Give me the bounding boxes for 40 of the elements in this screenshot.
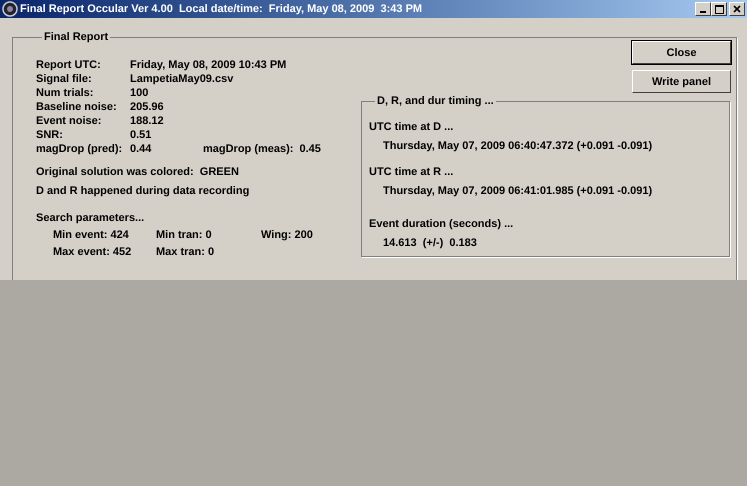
action-button[interactable]: Write panel (632, 70, 731, 93)
close-icon (733, 5, 741, 13)
minimize-window-button[interactable] (695, 2, 711, 16)
field-value: 100 (130, 86, 148, 100)
field-value: 205.96 (130, 100, 164, 114)
timing-heading: UTC time at D ... (369, 120, 454, 134)
field-value: 188.12 (130, 114, 164, 128)
search-title: Search parameters... (36, 211, 146, 225)
timing-heading: Event duration (seconds) ... (369, 217, 514, 231)
search-parameter: Max event: 452 (53, 245, 132, 259)
field-value: 0.51 (130, 128, 152, 142)
panel-title: D, R, and dur timing ... (376, 94, 495, 108)
window-title: Final Report Occular Ver 4.00 Local date/time: Friday, May 08, 2009 3:43 PM (20, 2, 422, 17)
timing-value: Thursday, May 07, 2009 06:41:01.985 (+0.091 -0.091) (382, 184, 654, 198)
action-button[interactable]: Close (632, 41, 731, 64)
field-value: Friday, May 08, 2009 10:43 PM (130, 58, 286, 72)
field-label: Baseline noise: (36, 100, 118, 114)
timing-heading: UTC time at R ... (369, 165, 454, 179)
solution-color-text: Original solution was colored: GREEN (36, 165, 240, 179)
field-label: Event noise: (36, 114, 102, 128)
field-label: SNR: (36, 128, 64, 142)
field-label: Num trials: (36, 86, 94, 100)
maximize-icon (714, 4, 724, 14)
field-value: 0.44 (130, 142, 152, 156)
panel-title: Final Report (43, 30, 110, 44)
field-value: 0.45 (299, 142, 321, 156)
search-parameter: Wing: 200 (261, 228, 313, 242)
timing-value: 14.613 (+/-) 0.183 (382, 236, 478, 250)
search-parameter: Min event: 424 (53, 228, 129, 242)
field-label: magDrop (pred): (36, 142, 124, 156)
field-label: magDrop (meas): (203, 142, 294, 156)
timing-value: Thursday, May 07, 2009 06:40:47.372 (+0.091 -0.091) (382, 139, 654, 153)
field-value: LampetiaMay09.csv (130, 72, 234, 86)
recording-note: D and R happened during data recording (36, 184, 250, 198)
maximize-window-button[interactable] (711, 2, 727, 16)
search-parameter: Max tran: 0 (156, 245, 214, 259)
close-window-button[interactable] (729, 2, 745, 16)
field-label: Signal file: (36, 72, 93, 86)
search-parameter: Min tran: 0 (156, 228, 212, 242)
field-label: Report UTC: (36, 58, 102, 72)
